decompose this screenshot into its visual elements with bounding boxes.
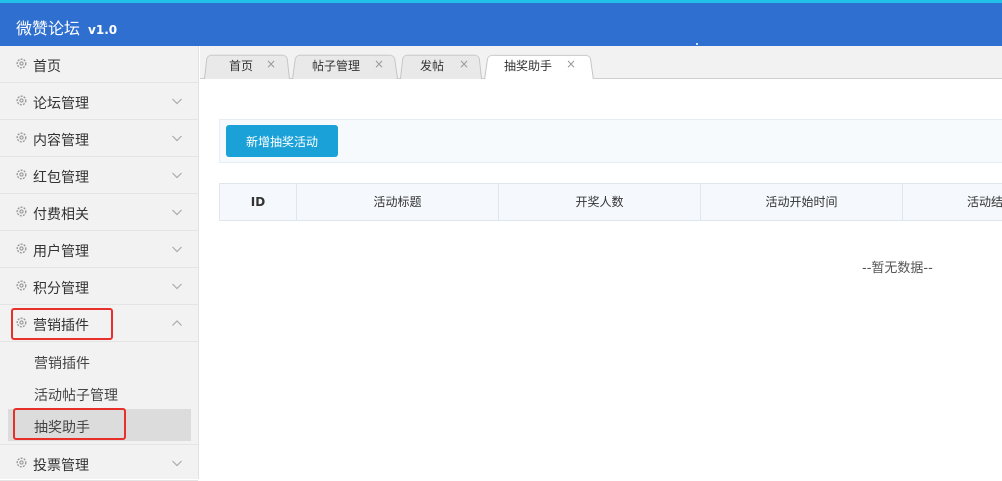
top-header: 微赞论坛 v1.0: [0, 0, 1002, 46]
sidebar-subitem-lottery-assistant[interactable]: 抽奖助手: [8, 408, 191, 441]
chevron-up-icon: [172, 320, 182, 326]
sidebar-item-label: 积分管理: [33, 281, 89, 297]
gear-icon: [16, 132, 27, 143]
sidebar-item-label: 投票管理: [33, 458, 89, 474]
sidebar-item-home[interactable]: 首页: [0, 46, 198, 83]
close-icon[interactable]: ×: [459, 57, 469, 71]
sidebar-item-label: 首页: [33, 59, 61, 75]
main-content: 新增抽奖活动 ID 活动标题 开奖人数 活动开始时间 活动结束时间 --暂无数据…: [200, 79, 1002, 479]
column-header-start-time: 活动开始时间: [701, 184, 903, 220]
chevron-down-icon: [172, 172, 182, 179]
sidebar-item-payment[interactable]: 付费相关: [0, 194, 198, 231]
sidebar-subitem-marketing-plugins[interactable]: 营销插件: [0, 345, 198, 377]
action-toolbar: 新增抽奖活动: [219, 119, 1002, 163]
sidebar-item-marketing[interactable]: 营销插件: [0, 305, 198, 342]
tab-bar: 首页 × 帖子管理 × 发帖 × 抽奖助手 ×: [200, 46, 1002, 80]
gear-icon: [16, 169, 27, 180]
header-dot: [696, 43, 698, 45]
sidebar-subitem-label: 营销插件: [34, 356, 90, 372]
add-lottery-activity-button[interactable]: 新增抽奖活动: [226, 125, 338, 157]
sidebar-subitem-activity-posts[interactable]: 活动帖子管理: [0, 377, 198, 409]
gear-icon: [16, 243, 27, 254]
column-header-title: 活动标题: [297, 184, 499, 220]
column-header-end-time: 活动结束时间: [903, 184, 1002, 220]
column-header-end-time-label: 活动结束时间: [967, 195, 1002, 209]
chevron-down-icon: [172, 246, 182, 253]
sidebar-item-forum[interactable]: 论坛管理: [0, 83, 198, 120]
chevron-down-icon: [172, 135, 182, 142]
highlight-box: [13, 408, 126, 440]
tab-label: 抽奖助手: [504, 59, 553, 73]
sidebar-item-voting[interactable]: 投票管理: [0, 444, 198, 481]
gear-icon: [16, 95, 27, 106]
sidebar-item-label: 红包管理: [33, 170, 89, 186]
column-header-winners: 开奖人数: [499, 184, 701, 220]
sidebar: 首页 论坛管理 内容管理 红包管理 付费相关 用户管理 积分管理 营销插件 营销…: [0, 46, 199, 481]
gear-icon: [16, 58, 27, 69]
tab-label: 首页: [229, 59, 254, 73]
gear-icon: [16, 206, 27, 217]
sidebar-item-users[interactable]: 用户管理: [0, 231, 198, 268]
close-icon[interactable]: ×: [566, 57, 576, 71]
gear-icon: [16, 280, 27, 291]
chevron-down-icon: [172, 209, 182, 216]
sidebar-item-points[interactable]: 积分管理: [0, 268, 198, 305]
gear-icon: [16, 457, 27, 468]
sidebar-item-label: 用户管理: [33, 244, 89, 260]
chevron-down-icon: [172, 98, 182, 105]
empty-state: --暂无数据--: [862, 261, 933, 276]
sidebar-item-redpacket[interactable]: 红包管理: [0, 157, 198, 194]
chevron-down-icon: [172, 283, 182, 290]
close-icon[interactable]: ×: [266, 57, 276, 71]
app-title: 微赞论坛: [16, 19, 81, 38]
sidebar-item-label: 付费相关: [33, 207, 89, 223]
tab-label: 发帖: [420, 59, 445, 73]
app-version: v1.0: [88, 23, 118, 37]
column-header-id: ID: [220, 184, 297, 220]
highlight-box: [11, 308, 113, 340]
lottery-table: ID 活动标题 开奖人数 活动开始时间 活动结束时间: [219, 183, 1002, 221]
app-brand: 微赞论坛 v1.0: [16, 15, 117, 39]
sidebar-subitem-label: 活动帖子管理: [34, 388, 118, 404]
sidebar-item-label: 内容管理: [33, 133, 89, 149]
tab-label: 帖子管理: [312, 59, 361, 73]
close-icon[interactable]: ×: [374, 57, 384, 71]
sidebar-item-content[interactable]: 内容管理: [0, 120, 198, 157]
sidebar-item-label: 论坛管理: [33, 96, 89, 112]
chevron-down-icon: [172, 460, 182, 467]
